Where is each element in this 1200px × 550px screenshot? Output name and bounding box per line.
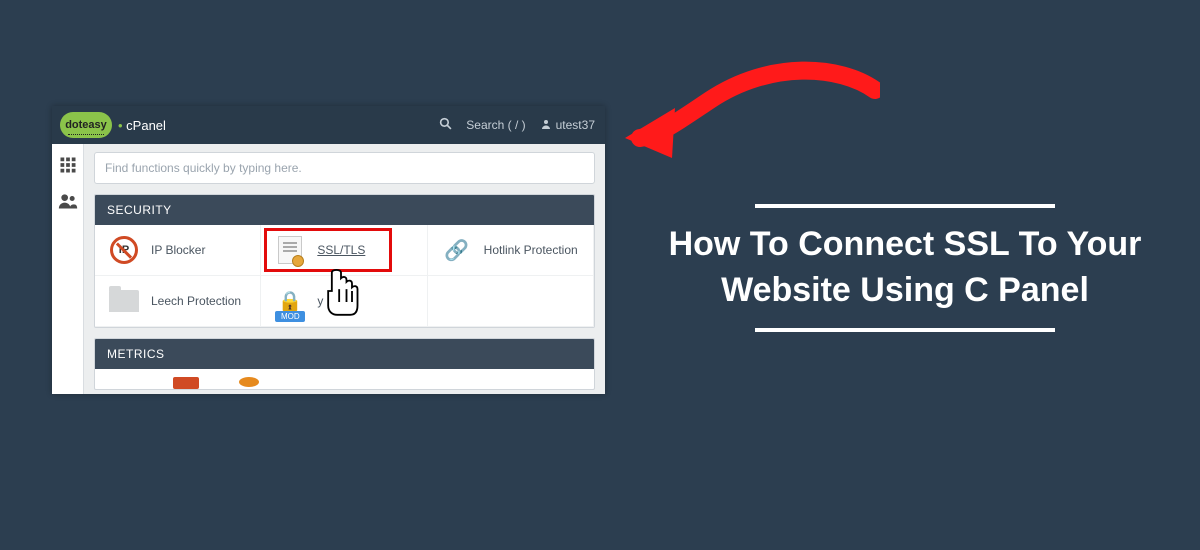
ip-blocker-label: IP Blocker xyxy=(151,243,205,257)
page-title-block: How To Connect SSL To Your Website Using… xyxy=(660,190,1150,346)
metrics-body xyxy=(95,369,594,389)
title-rule-top xyxy=(755,204,1055,208)
users-icon[interactable] xyxy=(57,190,79,212)
metrics-header[interactable]: METRICS xyxy=(95,339,594,369)
top-bar: doteasy cPanel Search ( / ) utest37 xyxy=(52,106,605,144)
ip-blocker-icon: IP xyxy=(107,235,141,265)
logo-badge: doteasy xyxy=(60,112,112,138)
user-menu[interactable]: utest37 xyxy=(540,118,595,133)
leech-label: Leech Protection xyxy=(151,294,241,308)
leech-icon xyxy=(107,286,141,316)
item-leech[interactable]: Leech Protection xyxy=(95,276,261,327)
body-row: Find functions quickly by typing here. S… xyxy=(52,144,605,394)
modsecurity-icon: MOD xyxy=(273,286,307,316)
username: utest37 xyxy=(556,118,595,132)
sidebar xyxy=(52,144,84,394)
metrics-stub-3 xyxy=(239,377,259,387)
item-ip-blocker[interactable]: IP IP Blocker xyxy=(95,225,261,276)
item-modsecurity[interactable]: MOD y xyxy=(261,276,427,327)
search-placeholder[interactable]: Search ( / ) xyxy=(466,118,525,132)
home-grid-icon[interactable] xyxy=(57,154,79,176)
logo[interactable]: doteasy cPanel xyxy=(52,112,166,138)
ssl-cert-icon xyxy=(273,235,307,265)
item-empty xyxy=(428,276,594,327)
user-icon xyxy=(540,118,552,133)
find-input[interactable]: Find functions quickly by typing here. xyxy=(94,152,595,184)
ssl-tls-label: SSL/TLS xyxy=(317,243,365,257)
item-ssl-tls[interactable]: SSL/TLS xyxy=(261,225,427,276)
main-area: Find functions quickly by typing here. S… xyxy=(84,144,605,394)
metrics-stub-1 xyxy=(107,377,133,389)
title-rule-bottom xyxy=(755,328,1055,332)
metrics-stub-2 xyxy=(173,377,199,389)
product-label: cPanel xyxy=(118,118,166,133)
find-placeholder: Find functions quickly by typing here. xyxy=(105,161,302,175)
security-header[interactable]: SECURITY xyxy=(95,195,594,225)
search-icon[interactable] xyxy=(439,117,452,133)
page-title: How To Connect SSL To Your Website Using… xyxy=(660,222,1150,314)
metrics-section: METRICS xyxy=(94,338,595,390)
item-hotlink[interactable]: Hotlink Protection xyxy=(428,225,594,276)
cpanel-window: doteasy cPanel Search ( / ) utest37 xyxy=(52,106,605,394)
modsecurity-label: y xyxy=(317,294,323,308)
mod-badge: MOD xyxy=(275,311,305,322)
arrow-icon xyxy=(620,60,880,170)
security-section: SECURITY IP IP Blocker SSL/TLS xyxy=(94,194,595,328)
hotlink-label: Hotlink Protection xyxy=(484,243,578,257)
hotlink-icon xyxy=(440,235,474,265)
